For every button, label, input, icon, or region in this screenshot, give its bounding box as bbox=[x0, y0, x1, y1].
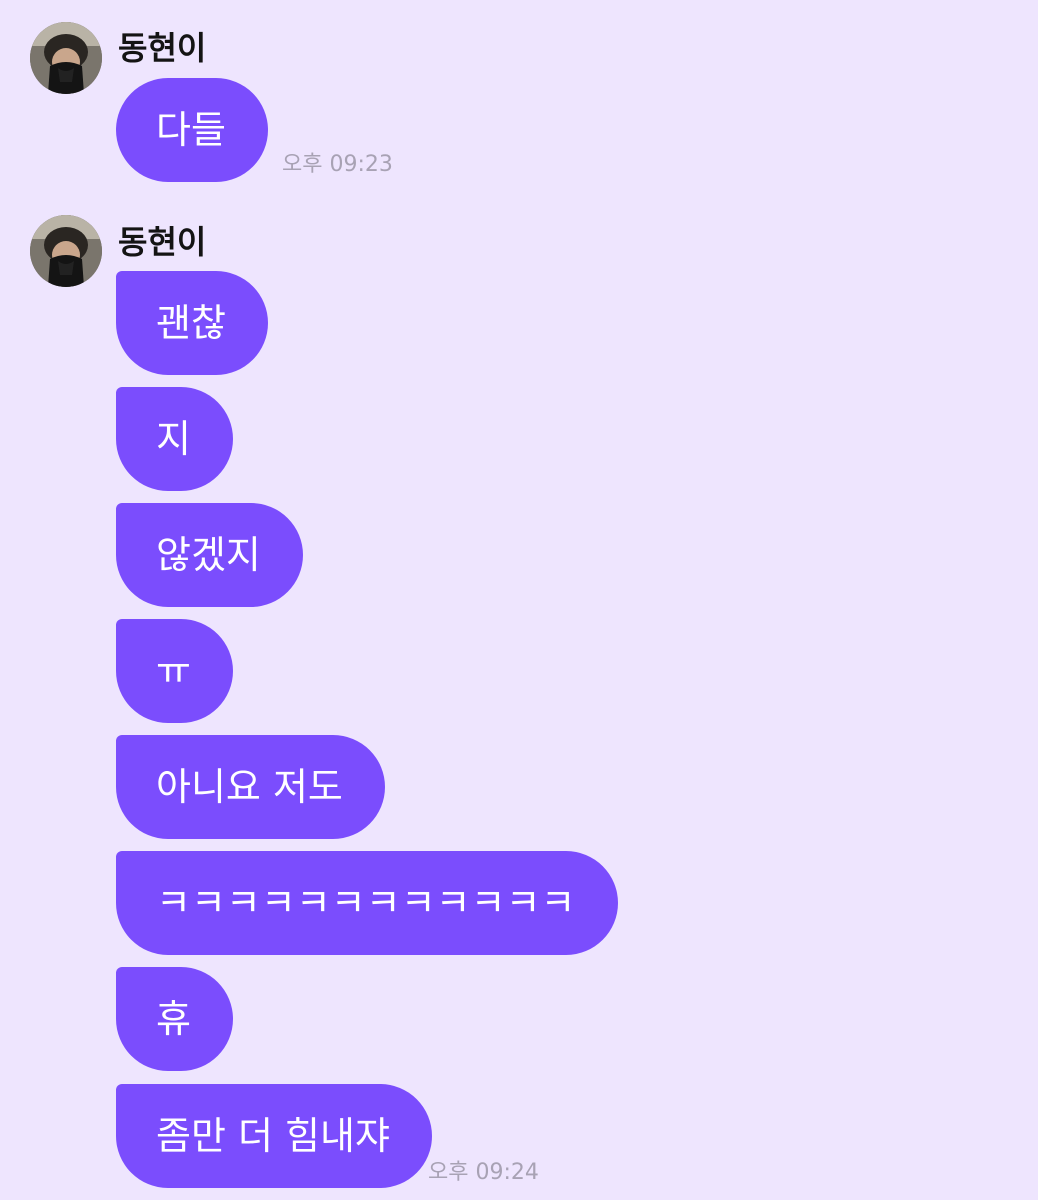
sender-name: 동현이 bbox=[118, 29, 207, 67]
message-bubble[interactable]: 않겠지 bbox=[116, 503, 303, 607]
message-bubble[interactable]: 다들 bbox=[116, 78, 268, 182]
profile-photo-icon bbox=[30, 22, 102, 94]
message-timestamp: 오후 09:23 bbox=[282, 152, 393, 177]
message-bubble[interactable]: ㅠ bbox=[116, 619, 233, 723]
message-bubble[interactable]: 지 bbox=[116, 387, 233, 491]
profile-photo-icon bbox=[30, 215, 102, 287]
sender-avatar[interactable] bbox=[30, 22, 102, 94]
message-bubble[interactable]: 괜찮 bbox=[116, 271, 268, 375]
message-bubble[interactable]: 좀만 더 힘내쟈 bbox=[116, 1084, 432, 1188]
chat-view[interactable]: 동현이 다들 오후 09:23 동현이 괜찮 지 않겠지 ㅠ 아니요 저도 ㅋㅋ… bbox=[0, 0, 1038, 1200]
message-timestamp: 오후 09:24 bbox=[428, 1160, 539, 1185]
message-bubble[interactable]: ㅋㅋㅋㅋㅋㅋㅋㅋㅋㅋㅋㅋ bbox=[116, 851, 618, 955]
sender-avatar[interactable] bbox=[30, 215, 102, 287]
message-bubble[interactable]: 휴 bbox=[116, 967, 233, 1071]
sender-name: 동현이 bbox=[118, 223, 207, 261]
message-bubble[interactable]: 아니요 저도 bbox=[116, 735, 385, 839]
